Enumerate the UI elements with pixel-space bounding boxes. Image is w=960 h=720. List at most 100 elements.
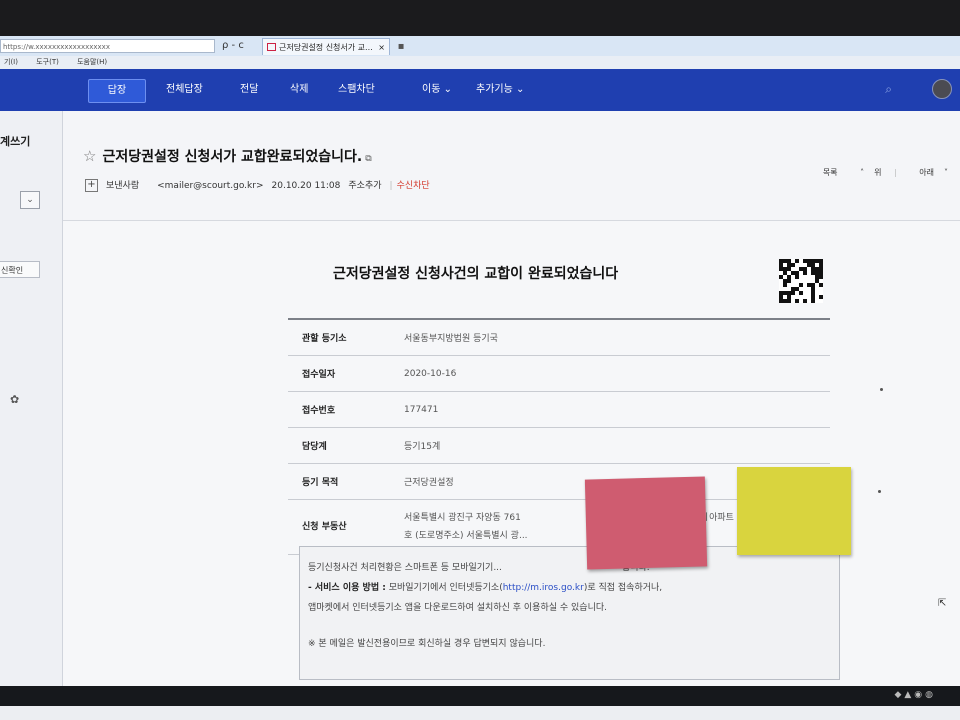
menu-item-view[interactable]: 기(I) bbox=[4, 58, 18, 66]
row-label: 관할 등기소 bbox=[288, 318, 403, 356]
mail-favicon-icon bbox=[267, 43, 276, 51]
qr-module bbox=[799, 291, 803, 295]
search-icon[interactable]: ⌕ bbox=[885, 82, 892, 97]
expand-icon[interactable]: + bbox=[85, 179, 98, 192]
dust-mark bbox=[880, 388, 883, 391]
monitor-bezel-top bbox=[0, 0, 960, 36]
qr-module bbox=[811, 299, 815, 303]
new-tab-button[interactable]: ▪ bbox=[392, 39, 410, 54]
tab-title: 근저당권설정 신청서가 교... bbox=[279, 43, 373, 52]
up-label: 위 bbox=[874, 168, 882, 177]
qr-module bbox=[783, 283, 787, 287]
system-tray-icon[interactable]: ◆▲◉◍ bbox=[894, 690, 936, 700]
search-refresh-icon[interactable]: ρ - c bbox=[222, 39, 244, 53]
mail-datetime: 20.10.20 11:08 bbox=[271, 181, 341, 191]
sidebar: 계쓰기 ⌄ 신확인 ✿ bbox=[0, 111, 63, 686]
notice-line-1: 등기신청사건 처리현황은 스마트폰 등 모바일기기... bbox=[308, 563, 502, 573]
screen: https://w.xxxxxxxxxxxxxxxxxx ρ - c 근저당권설… bbox=[0, 0, 960, 720]
chevron-down-icon[interactable]: ⌄ bbox=[20, 191, 40, 209]
browser-tab-bar: https://w.xxxxxxxxxxxxxxxxxx ρ - c 근저당권설… bbox=[0, 36, 960, 57]
qr-module bbox=[795, 259, 799, 263]
spam-block-button[interactable]: 스팸차단 bbox=[338, 79, 375, 101]
avatar[interactable] bbox=[932, 79, 952, 99]
qr-module bbox=[803, 271, 807, 275]
block-receive-link[interactable]: 수신차단 bbox=[397, 181, 430, 191]
service-method-text: 모바일기기에서 인터넷등기소( bbox=[388, 583, 503, 593]
more-label: 추가기능 bbox=[476, 84, 513, 95]
qr-module bbox=[819, 295, 823, 299]
table-row: 담당계 등기15계 bbox=[288, 427, 830, 464]
reply-all-button[interactable]: 전체답장 bbox=[166, 79, 203, 101]
qr-module bbox=[791, 263, 795, 267]
qr-module bbox=[819, 275, 823, 279]
more-dropdown[interactable]: 추가기능 ⌄ bbox=[476, 79, 524, 101]
qr-module bbox=[791, 291, 795, 295]
qr-module bbox=[819, 283, 823, 287]
address-line-1: 서울특별시 광진구 자양동 761 bbox=[404, 513, 521, 523]
row-value: 177471 bbox=[403, 391, 830, 428]
chevron-down-icon: ⌄ bbox=[443, 84, 452, 95]
qr-code bbox=[779, 259, 823, 303]
row-label: 담당계 bbox=[288, 427, 403, 464]
browser-menu-bar: 기(I) 도구(T) 도움말(H) bbox=[0, 56, 960, 69]
write-mail-button[interactable]: 계쓰기 bbox=[0, 133, 30, 149]
no-reply-warning: ※ 본 메일은 발신전용이므로 회신하실 경우 답변되지 않습니다. bbox=[308, 639, 546, 649]
service-method-end: )로 직접 접속하거나, bbox=[583, 583, 663, 593]
menu-item-help[interactable]: 도움말(H) bbox=[77, 58, 107, 66]
qr-module bbox=[807, 263, 811, 267]
chevron-up-icon: ˄ bbox=[860, 168, 865, 177]
sender-label: 보낸사람 bbox=[106, 181, 140, 191]
sticky-note-pink bbox=[584, 476, 708, 570]
qr-module bbox=[803, 299, 807, 303]
delete-button[interactable]: 삭제 bbox=[290, 79, 308, 101]
row-value: 등기15계 bbox=[403, 427, 830, 464]
reply-button[interactable]: 답장 bbox=[88, 79, 146, 103]
iros-link[interactable]: http://m.iros.go.kr bbox=[503, 583, 584, 593]
table-row: 관할 등기소 서울동부지방법원 등기국 bbox=[288, 318, 830, 356]
mail-subject-row: ☆ 근저당권설정 신청서가 교합완료되었습니다. ⧉ bbox=[83, 146, 372, 166]
separator: | bbox=[389, 181, 393, 191]
qr-module bbox=[795, 275, 799, 279]
read-confirm-button[interactable]: 신확인 bbox=[0, 261, 40, 278]
chevron-down-icon: ˅ bbox=[944, 168, 948, 177]
dust-mark bbox=[878, 490, 881, 493]
qr-module bbox=[799, 283, 803, 287]
mail-toolbar: 답장 전체답장 전달 삭제 스팸차단 이동 ⌄ 추가기능 ⌄ ⌕ bbox=[0, 69, 960, 111]
move-dropdown[interactable]: 이동 ⌄ bbox=[422, 79, 452, 101]
qr-module bbox=[787, 299, 791, 303]
row-label: 접수일자 bbox=[288, 355, 403, 392]
sender-email[interactable]: <mailer@scourt.go.kr> bbox=[157, 181, 263, 191]
notice-line: 등기신청사건 처리현황은 스마트폰 등 모바일기기...합니다. bbox=[308, 558, 831, 578]
notice-line: 앱마켓에서 인터넷등기소 앱을 다운로드하여 설치하신 후 이용하실 수 있습니… bbox=[308, 603, 607, 613]
row-label: 접수번호 bbox=[288, 391, 403, 428]
qr-module bbox=[795, 299, 799, 303]
notice-line: - 서비스 이용 방법 : 모바일기기에서 인터넷등기소(http://m.ir… bbox=[308, 578, 831, 598]
copy-icon[interactable]: ⧉ bbox=[365, 154, 371, 164]
browser-tab[interactable]: 근저당권설정 신청서가 교... × bbox=[262, 38, 390, 55]
qr-module bbox=[787, 279, 791, 283]
row-value: 2020-10-16 bbox=[403, 355, 830, 392]
down-button[interactable]: 아래 ˅ bbox=[909, 168, 948, 177]
notice-box: 등기신청사건 처리현황은 스마트폰 등 모바일기기...합니다. - 서비스 이… bbox=[299, 546, 840, 680]
add-address-link[interactable]: 주소추가 bbox=[348, 181, 381, 191]
down-label: 아래 bbox=[919, 168, 934, 177]
taskbar: ◆▲◉◍ bbox=[0, 686, 960, 706]
gear-icon[interactable]: ✿ bbox=[10, 393, 19, 406]
table-row: 접수일자 2020-10-16 bbox=[288, 355, 830, 392]
sticky-note-yellow bbox=[737, 467, 851, 555]
address-bar[interactable]: https://w.xxxxxxxxxxxxxxxxxx bbox=[0, 39, 215, 53]
separator: | bbox=[894, 168, 897, 177]
sender-row: + 보낸사람 <mailer@scourt.go.kr> 20.10.20 11:08… bbox=[85, 178, 438, 192]
body-title: 근저당권설정 신청사건의 교합이 완료되었습니다 bbox=[333, 266, 619, 282]
up-button[interactable]: ˄ 위 bbox=[850, 168, 881, 177]
list-button[interactable]: 목록 bbox=[823, 168, 838, 177]
star-icon[interactable]: ☆ bbox=[83, 147, 96, 165]
list-navigation: 목록 ˄ 위 | 아래 ˅ bbox=[813, 167, 948, 178]
menu-item-tools[interactable]: 도구(T) bbox=[36, 58, 59, 66]
address-line-2: 호 (도로명주소) 서울특별시 광... bbox=[404, 531, 528, 541]
tab-close-icon[interactable]: × bbox=[378, 39, 385, 55]
mail-body: 근저당권설정 신청사건의 교합이 완료되었습니다 관할 등기소 서울동부지방법원 … bbox=[63, 221, 960, 686]
forward-button[interactable]: 전달 bbox=[240, 79, 258, 101]
row-label: 등기 목적 bbox=[288, 463, 403, 500]
table-row: 접수번호 177471 bbox=[288, 391, 830, 428]
